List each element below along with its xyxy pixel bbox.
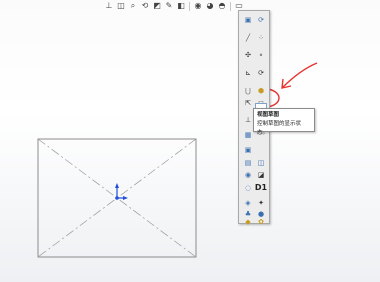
light-icon[interactable]: ◪: [255, 169, 267, 181]
point-icon[interactable]: ∘: [255, 49, 267, 61]
appearance-icon[interactable]: ◆: [242, 216, 254, 228]
tooltip-title: 视图草图: [257, 112, 280, 118]
drawing-canvas[interactable]: [0, 0, 380, 282]
rotate-icon[interactable]: ⟳: [255, 14, 267, 26]
rotate-3d-icon[interactable]: ⟳: [255, 67, 267, 79]
grid-icon[interactable]: ⁘: [255, 32, 267, 44]
view-icon[interactable]: ▤: [242, 157, 254, 169]
dimension-name-label[interactable]: D1: [255, 182, 267, 194]
coordinate-icon[interactable]: ⊾: [242, 67, 254, 79]
visibility-icon[interactable]: ◉: [242, 169, 254, 181]
sketch-icon[interactable]: ▣: [242, 14, 254, 26]
view-sketch-tooltip: 视图草图 控制草图的显示状态。: [253, 108, 315, 136]
transparency-icon[interactable]: ◌: [242, 182, 254, 194]
axis-icon[interactable]: ✣: [242, 49, 254, 61]
tooltip-description: 控制草图的显示状态。: [257, 120, 302, 136]
line-icon[interactable]: ╱: [242, 32, 254, 44]
scene-icon[interactable]: ✿: [255, 216, 267, 228]
camera-icon[interactable]: ▣: [242, 144, 254, 156]
layout-icon[interactable]: ◫: [255, 157, 267, 169]
mate-icon[interactable]: ⋃: [242, 85, 254, 97]
assembly-icon[interactable]: ⬢: [255, 85, 267, 97]
